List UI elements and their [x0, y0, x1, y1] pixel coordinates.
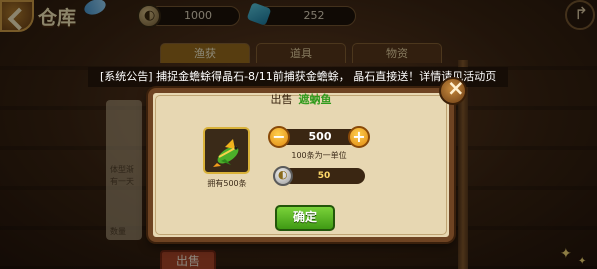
minus-button[interactable]: −	[268, 126, 290, 148]
dialog-header: 出售 遮蚋鱼	[153, 91, 449, 111]
dialog-item-name: 遮蚋鱼	[298, 93, 332, 106]
price-value: 50	[283, 168, 365, 184]
fish-icon	[213, 139, 239, 167]
close-icon[interactable]	[439, 76, 467, 105]
plus-button[interactable]: +	[348, 126, 370, 148]
silver-coin-icon	[273, 166, 293, 186]
item-slot	[203, 127, 250, 174]
price-display: 50	[273, 166, 365, 186]
owned-count: 拥有500条	[207, 179, 247, 188]
unit-hint: 100条为一单位	[291, 151, 347, 160]
quantity-stepper: 500 − +	[268, 126, 370, 148]
confirm-button[interactable]: 确定	[275, 205, 335, 231]
dialog-action-label: 出售	[270, 93, 293, 106]
